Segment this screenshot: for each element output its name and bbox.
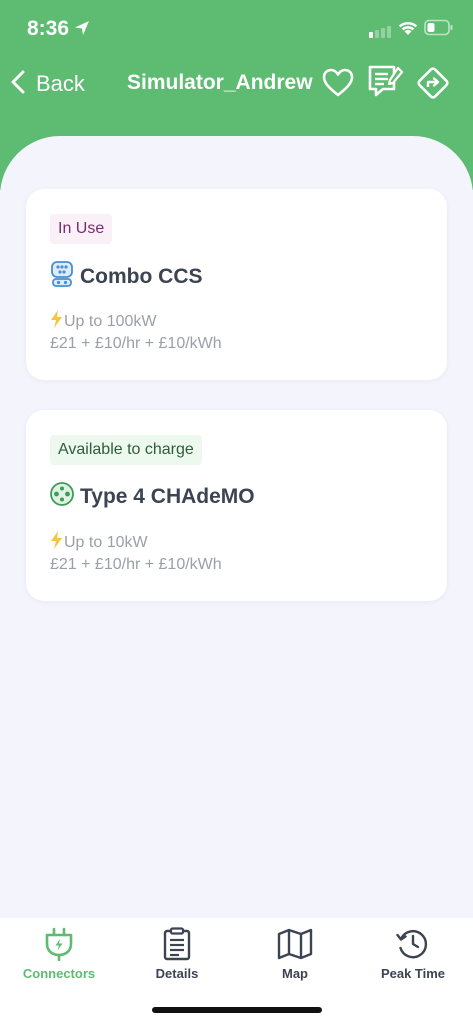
battery-icon [424,19,454,42]
power-label: Up to 100kW [64,312,157,330]
back-button[interactable]: Back [10,66,85,102]
status-bar: 8:36 [0,0,473,58]
connector-card-combo-ccs[interactable]: In Use Combo CCS Up to 100kW £21 + £10/h… [26,189,447,380]
ccs-connector-icon [50,261,74,293]
history-clock-icon [354,926,472,962]
chevron-left-icon [10,69,26,100]
directions-icon[interactable] [415,65,451,106]
tab-peak-time[interactable]: Peak Time [354,926,472,981]
page-title: Simulator_Andrew [127,71,313,94]
connector-name: Type 4 CHAdeMO [80,485,255,508]
map-icon [236,926,354,962]
tab-details[interactable]: Details [118,926,236,981]
lightning-icon [50,310,63,333]
connector-power: Up to 10kW [50,531,148,554]
clipboard-icon [118,926,236,962]
connector-price: £21 + £10/hr + £10/kWh [50,335,222,352]
status-badge: Available to charge [50,435,202,465]
connector-title: Combo CCS [50,261,203,293]
connector-price: £21 + £10/hr + £10/kWh [50,556,222,573]
chademo-connector-icon [50,482,74,512]
status-time: 8:36 [27,17,70,40]
back-label: Back [36,71,85,96]
tab-label: Connectors [22,966,96,981]
plug-icon [0,926,118,962]
power-label: Up to 10kW [64,533,148,551]
status-badge: In Use [50,214,113,244]
wifi-icon [397,20,419,41]
tab-label: Map [282,966,308,981]
connector-card-chademo[interactable]: Available to charge Type 4 CHAdeMO Up to… [26,410,447,601]
heart-icon[interactable] [321,66,355,105]
home-indicator [152,1007,322,1013]
tab-label: Details [155,966,199,981]
review-icon[interactable] [367,63,405,106]
cellular-signal-icon [369,25,393,43]
tab-map[interactable]: Map [236,926,354,981]
tab-connectors[interactable]: Connectors [0,926,118,981]
connector-name: Combo CCS [80,265,203,288]
connector-title: Type 4 CHAdeMO [50,482,255,512]
location-arrow-icon [73,19,91,42]
tab-label: Peak Time [380,966,446,981]
connector-power: Up to 100kW [50,310,156,333]
lightning-icon [50,531,63,554]
